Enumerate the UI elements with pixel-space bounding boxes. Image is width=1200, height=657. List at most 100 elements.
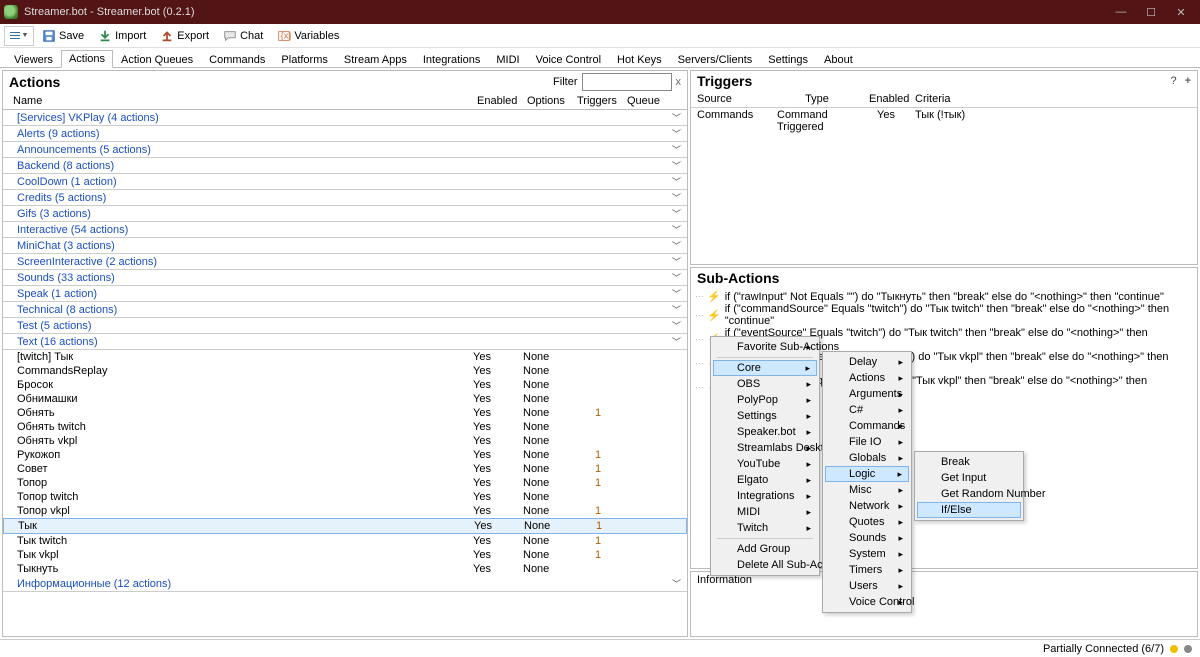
menu-item[interactable]: Streamlabs Desktop▸ bbox=[713, 440, 817, 456]
action-row[interactable]: ОбнимашкиYesNone bbox=[3, 392, 687, 406]
menu-item[interactable]: If/Else bbox=[917, 502, 1021, 518]
action-group[interactable]: Text (16 actions)﹀ bbox=[3, 334, 687, 350]
import-button[interactable]: Import bbox=[92, 26, 152, 46]
col-enabled[interactable]: Enabled bbox=[473, 95, 523, 107]
context-menu-core[interactable]: Delay▸Actions▸Arguments▸C#▸Commands▸File… bbox=[822, 351, 912, 613]
tab-voice-control[interactable]: Voice Control bbox=[528, 51, 609, 68]
chat-button[interactable]: Chat bbox=[217, 26, 269, 46]
action-row[interactable]: Тык vkplYesNone1 bbox=[3, 548, 687, 562]
context-menu-logic[interactable]: BreakGet InputGet Random NumberIf/Else bbox=[914, 451, 1024, 521]
menu-item[interactable]: Misc▸ bbox=[825, 482, 909, 498]
col-triggers[interactable]: Triggers bbox=[573, 95, 623, 107]
action-group[interactable]: Announcements (5 actions)﹀ bbox=[3, 142, 687, 158]
col-name[interactable]: Name bbox=[3, 95, 473, 107]
menu-item[interactable]: Sounds▸ bbox=[825, 530, 909, 546]
menu-item[interactable]: Settings▸ bbox=[713, 408, 817, 424]
action-group[interactable]: Interactive (54 actions)﹀ bbox=[3, 222, 687, 238]
tab-about[interactable]: About bbox=[816, 51, 861, 68]
minimize-button[interactable]: — bbox=[1106, 6, 1136, 18]
action-row[interactable]: Обнять vkplYesNone bbox=[3, 434, 687, 448]
col-source[interactable]: Source bbox=[691, 93, 771, 105]
action-group[interactable]: Sounds (33 actions)﹀ bbox=[3, 270, 687, 286]
tab-action-queues[interactable]: Action Queues bbox=[113, 51, 201, 68]
menu-item[interactable]: System▸ bbox=[825, 546, 909, 562]
tab-platforms[interactable]: Platforms bbox=[273, 51, 335, 68]
action-row[interactable]: Тык twitchYesNone1 bbox=[3, 534, 687, 548]
action-group[interactable]: Gifs (3 actions)﹀ bbox=[3, 206, 687, 222]
menu-item[interactable]: Delay▸ bbox=[825, 354, 909, 370]
menu-item[interactable]: MIDI▸ bbox=[713, 504, 817, 520]
menu-item[interactable]: OBS▸ bbox=[713, 376, 817, 392]
action-row[interactable]: [twitch] ТыкYesNone bbox=[3, 350, 687, 364]
maximize-button[interactable]: ☐ bbox=[1136, 6, 1166, 19]
menu-item[interactable]: Get Random Number bbox=[917, 486, 1021, 502]
save-button[interactable]: Save bbox=[36, 26, 90, 46]
action-group[interactable]: [Services] VKPlay (4 actions)﹀ bbox=[3, 110, 687, 126]
menu-item[interactable]: Globals▸ bbox=[825, 450, 909, 466]
clear-filter-button[interactable]: x bbox=[676, 76, 682, 88]
menu-item[interactable]: Users▸ bbox=[825, 578, 909, 594]
menu-item[interactable]: Get Input bbox=[917, 470, 1021, 486]
menu-item[interactable]: Twitch▸ bbox=[713, 520, 817, 536]
menu-item[interactable]: PolyPop▸ bbox=[713, 392, 817, 408]
action-group[interactable]: Alerts (9 actions)﹀ bbox=[3, 126, 687, 142]
menu-item[interactable]: Add Group bbox=[713, 541, 817, 557]
filter-input[interactable] bbox=[582, 73, 672, 91]
menu-item[interactable]: Integrations▸ bbox=[713, 488, 817, 504]
menu-item[interactable]: Break bbox=[917, 454, 1021, 470]
action-row[interactable]: Топор twitchYesNone bbox=[3, 490, 687, 504]
col-enabled[interactable]: Enabled bbox=[863, 93, 909, 105]
menu-item[interactable]: Favorite Sub-Actions▸ bbox=[713, 339, 817, 355]
menu-item[interactable]: Core▸ bbox=[713, 360, 817, 376]
context-menu-main[interactable]: Favorite Sub-Actions▸ Core▸OBS▸PolyPop▸Se… bbox=[710, 336, 820, 576]
hamburger-menu[interactable]: ▼ bbox=[4, 26, 34, 46]
action-group[interactable]: MiniChat (3 actions)﹀ bbox=[3, 238, 687, 254]
triggers-add-button[interactable]: + bbox=[1185, 75, 1191, 87]
action-group[interactable]: CoolDown (1 action)﹀ bbox=[3, 174, 687, 190]
action-row[interactable]: РукожопYesNone1 bbox=[3, 448, 687, 462]
export-button[interactable]: Export bbox=[154, 26, 215, 46]
menu-item[interactable]: Logic▸ bbox=[825, 466, 909, 482]
menu-item[interactable]: Network▸ bbox=[825, 498, 909, 514]
action-group[interactable]: Backend (8 actions)﹀ bbox=[3, 158, 687, 174]
close-button[interactable]: ✕ bbox=[1166, 6, 1196, 19]
triggers-help-button[interactable]: ? bbox=[1170, 75, 1176, 87]
menu-item[interactable]: Commands▸ bbox=[825, 418, 909, 434]
action-row[interactable]: БросокYesNone bbox=[3, 378, 687, 392]
action-group[interactable]: Test (5 actions)﹀ bbox=[3, 318, 687, 334]
menu-item[interactable]: Delete All Sub-Actions bbox=[713, 557, 817, 573]
col-options[interactable]: Options bbox=[523, 95, 573, 107]
col-queue[interactable]: Queue bbox=[623, 95, 673, 107]
menu-item[interactable]: File IO▸ bbox=[825, 434, 909, 450]
tab-hot-keys[interactable]: Hot Keys bbox=[609, 51, 670, 68]
menu-item[interactable]: YouTube▸ bbox=[713, 456, 817, 472]
menu-item[interactable]: Actions▸ bbox=[825, 370, 909, 386]
menu-item[interactable]: Speaker.bot▸ bbox=[713, 424, 817, 440]
action-row[interactable]: ТыкYesNone1 bbox=[3, 518, 687, 534]
col-type[interactable]: Type bbox=[771, 93, 863, 105]
action-group[interactable]: Technical (8 actions)﹀ bbox=[3, 302, 687, 318]
menu-item[interactable]: Voice Control▸ bbox=[825, 594, 909, 610]
menu-item[interactable]: Elgato▸ bbox=[713, 472, 817, 488]
tab-midi[interactable]: MIDI bbox=[488, 51, 527, 68]
tab-commands[interactable]: Commands bbox=[201, 51, 273, 68]
action-group[interactable]: Credits (5 actions)﹀ bbox=[3, 190, 687, 206]
tab-actions[interactable]: Actions bbox=[61, 50, 113, 68]
action-group[interactable]: Speak (1 action)﹀ bbox=[3, 286, 687, 302]
tab-stream-apps[interactable]: Stream Apps bbox=[336, 51, 415, 68]
action-row[interactable]: СоветYesNone1 bbox=[3, 462, 687, 476]
subaction-item[interactable]: ⋯⚡if ("commandSource" Equals "twitch") d… bbox=[695, 303, 1193, 327]
menu-item[interactable]: Arguments▸ bbox=[825, 386, 909, 402]
tab-viewers[interactable]: Viewers bbox=[6, 51, 61, 68]
menu-item[interactable]: Timers▸ bbox=[825, 562, 909, 578]
menu-item[interactable]: C#▸ bbox=[825, 402, 909, 418]
action-row[interactable]: Топор vkplYesNone1 bbox=[3, 504, 687, 518]
action-row[interactable]: Обнять twitchYesNone bbox=[3, 420, 687, 434]
action-group[interactable]: Информационные (12 actions)﹀ bbox=[3, 576, 687, 592]
tab-integrations[interactable]: Integrations bbox=[415, 51, 488, 68]
col-criteria[interactable]: Criteria bbox=[909, 93, 956, 105]
menu-item[interactable]: Quotes▸ bbox=[825, 514, 909, 530]
tab-settings[interactable]: Settings bbox=[760, 51, 816, 68]
tab-servers-clients[interactable]: Servers/Clients bbox=[670, 51, 761, 68]
subaction-item[interactable]: ⋯⚡if ("rawInput" Not Equals "") do "Тыкн… bbox=[695, 290, 1193, 303]
